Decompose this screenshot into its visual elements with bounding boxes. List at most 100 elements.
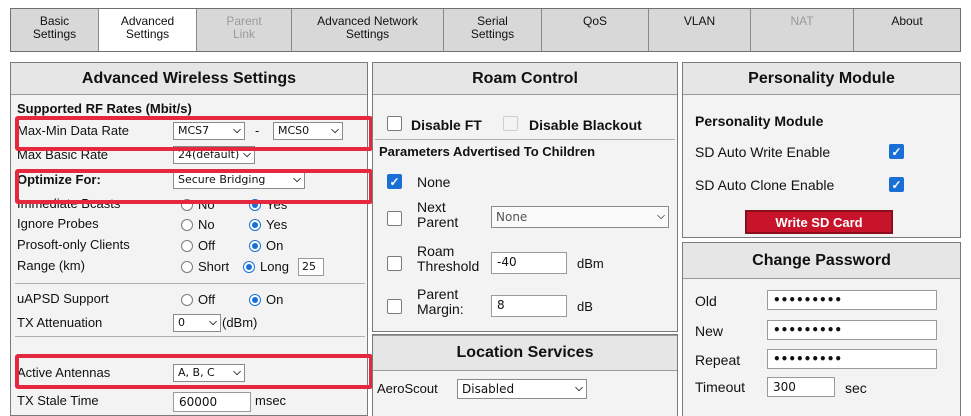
tab-advanced-network-settings[interactable]: Advanced Network Settings [292,9,444,51]
range-km-input[interactable]: 25 [298,258,324,276]
aeroscout-select[interactable]: Disabled ⌵ [457,379,587,399]
range-label: Range (km) [17,258,85,273]
personality-module-title: Personality Module [683,63,960,95]
roam-control-panel: Roam Control Disable FT Disable Blackout… [372,62,678,332]
range-long-radio[interactable] [243,261,255,273]
next-parent-select[interactable]: None ⌵ [491,206,669,228]
chevron-down-icon: ⌵ [243,149,251,160]
msec-unit: msec [255,393,287,408]
tab-vlan[interactable]: VLAN [649,9,751,51]
optimize-for-label: Optimize For: [17,172,101,187]
immediate-bcasts-label: Immediate Bcasts [17,196,121,211]
ignore-probes-no-radio[interactable] [181,219,193,231]
rf-rates-heading: Supported RF Rates (Mbit/s) [17,101,192,116]
range-short-radio[interactable] [181,261,193,273]
write-sd-card-button[interactable]: Write SD Card [745,210,893,234]
roam-control-title: Roam Control [373,63,677,95]
sd-auto-write-label: SD Auto Write Enable [695,144,831,160]
tab-bar: Basic Settings Advanced Settings Parent Lin… [10,8,961,52]
checkmark-icon: ✓ [891,144,902,159]
params-heading: Parameters Advertised To Children [379,144,596,159]
roam-threshold-input[interactable]: -40 [491,252,567,274]
new-password-input[interactable]: ••••••••• [767,320,937,340]
radio-label-on: On [266,292,284,307]
disable-blackout-label: Disable Blackout [529,117,642,133]
uapsd-off-radio[interactable] [181,294,193,306]
chevron-down-icon: ⌵ [233,367,241,378]
parent-margin-input[interactable]: 8 [491,295,567,317]
max-min-data-rate-label: Max-Min Data Rate [17,123,129,138]
tab-serial-settings[interactable]: Serial Settings [444,9,542,51]
tab-advanced-settings[interactable]: Advanced Settings [99,9,197,51]
dbm-unit: dBm [577,256,604,271]
radio-label-off: Off [198,238,216,253]
min-data-rate-select[interactable]: MCS0 ⌵ [273,122,343,140]
chevron-down-icon: ⌵ [657,211,665,222]
uapsd-label: uAPSD Support [17,291,109,306]
disable-ft-label: Disable FT [411,117,482,133]
max-basic-rate-label: Max Basic Rate [17,147,109,162]
prosoft-clients-label: Prosoft-only Clients [17,237,130,252]
aeroscout-label: AeroScout [377,381,438,396]
location-services-panel: Location Services AeroScout Disabled ⌵ [372,334,678,416]
next-parent-label: Next Parent [417,199,459,230]
advanced-wireless-title: Advanced Wireless Settings [11,63,367,95]
personality-module-panel: Personality Module Personality Module SD… [682,62,961,238]
tab-about[interactable]: About [854,9,960,51]
checkmark-icon: ✓ [389,174,400,189]
immediate-bcasts-yes-radio[interactable] [249,199,261,211]
old-password-label: Old [695,293,717,309]
old-password-input[interactable]: ••••••••• [767,290,937,310]
rate-dash: - [255,123,260,138]
tab-parent-link: Parent Link [197,9,292,51]
disable-ft-checkbox[interactable] [387,116,402,131]
prosoft-clients-off-radio[interactable] [181,240,193,252]
tab-basic-settings[interactable]: Basic Settings [11,9,99,51]
radio-label-off: Off [198,292,216,307]
tx-attenuation-label: TX Attenuation [17,315,103,330]
checkmark-icon: ✓ [891,177,902,192]
repeat-password-input[interactable]: ••••••••• [767,349,937,369]
prosoft-clients-on-radio[interactable] [249,240,261,252]
uapsd-on-radio[interactable] [249,294,261,306]
radio-label-on: On [266,238,284,253]
tab-qos[interactable]: QoS [542,9,649,51]
chevron-down-icon: ⌵ [233,125,241,136]
tx-stale-time-input[interactable]: 60000 [173,392,251,412]
radio-label-no: No [198,217,215,232]
max-data-rate-select[interactable]: MCS7 ⌵ [173,122,245,140]
max-basic-rate-select[interactable]: 24(default) ⌵ [173,146,255,164]
next-parent-checkbox[interactable] [387,211,402,226]
chevron-down-icon: ⌵ [575,383,583,394]
sd-auto-clone-checkbox[interactable]: ✓ [889,177,904,192]
db-unit: dB [577,299,593,314]
change-password-title: Change Password [683,243,960,279]
active-antennas-select[interactable]: A, B, C ⌵ [173,364,245,382]
divider [15,283,365,284]
radio-label-yes: Yes [266,197,288,212]
none-checkbox[interactable]: ✓ [387,174,402,189]
disable-blackout-checkbox[interactable] [503,116,518,131]
roam-threshold-label: Roam Threshold [417,243,480,274]
sd-auto-clone-label: SD Auto Clone Enable [695,177,835,193]
roam-threshold-checkbox[interactable] [387,256,402,271]
parent-margin-label: Parent Margin: [417,286,464,317]
tx-attenuation-select[interactable]: 0 ⌵ [173,314,221,332]
sd-auto-write-checkbox[interactable]: ✓ [889,144,904,159]
new-password-label: New [695,323,724,339]
repeat-password-label: Repeat [695,352,741,368]
radio-label-no: No [198,197,215,212]
chevron-down-icon: ⌵ [331,125,339,136]
radio-label-short: Short [198,259,230,274]
ignore-probes-label: Ignore Probes [17,216,99,231]
parent-margin-checkbox[interactable] [387,299,402,314]
tab-nat: NAT [751,9,854,51]
personality-subheading: Personality Module [695,113,824,129]
dbm-unit: (dBm) [222,315,258,330]
tx-stale-time-label: TX Stale Time [17,393,99,408]
divider [375,139,675,140]
immediate-bcasts-no-radio[interactable] [181,199,193,211]
timeout-input[interactable]: 300 [767,377,835,397]
ignore-probes-yes-radio[interactable] [249,219,261,231]
optimize-for-select[interactable]: Secure Bridging ⌵ [173,171,305,189]
